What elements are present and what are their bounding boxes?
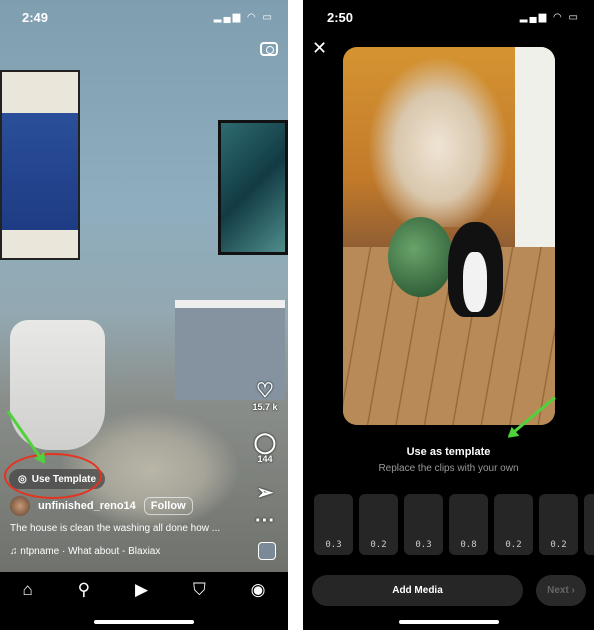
profile-icon[interactable]: ◉	[251, 580, 266, 630]
status-time: 2:50	[327, 10, 354, 25]
poster	[0, 70, 80, 260]
clip-slot[interactable]	[584, 494, 594, 555]
status-icons: ▂▄▆ ◠ ▭	[519, 12, 580, 23]
share-button[interactable]: ➢	[250, 482, 280, 504]
clip-slot[interactable]: 0.2	[539, 494, 578, 555]
music-info[interactable]: ♫ ntpname · What about - Blaxiax	[10, 546, 160, 557]
search-icon[interactable]: ⚲	[78, 580, 90, 630]
right-phone-template: 2:50 ▂▄▆ ◠ ▭ ✕ Use as template Replace t…	[303, 0, 594, 630]
chevron-right-icon: ›	[568, 585, 575, 596]
close-icon[interactable]: ✕	[312, 38, 327, 59]
comment-icon: ◯	[253, 432, 277, 454]
toilet	[10, 320, 105, 450]
follow-button[interactable]: Follow	[143, 497, 193, 515]
home-icon[interactable]: ⌂	[22, 580, 32, 630]
poster	[218, 120, 288, 255]
clip-list: 0.3 0.2 0.3 0.8 0.2 0.2	[314, 494, 594, 555]
music-label: ntpname · What about - Blaxiax	[20, 546, 161, 557]
annotation-oval	[4, 453, 102, 499]
caption[interactable]: The house is clean the washing all done …	[10, 523, 220, 534]
author-row: unfinished_reno14 Follow	[10, 496, 193, 516]
send-icon: ➢	[256, 482, 274, 504]
status-icons: ▂▄▆ ◠ ▭	[213, 12, 274, 23]
clip-slot[interactable]: 0.3	[314, 494, 353, 555]
like-button[interactable]: ♡ 15.7 k	[250, 380, 280, 412]
status-time: 2:49	[22, 10, 49, 25]
username[interactable]: unfinished_reno14	[38, 500, 136, 512]
comment-count: 144	[257, 454, 273, 464]
clip-slot[interactable]: 0.2	[359, 494, 398, 555]
home-indicator	[94, 620, 194, 624]
avatar[interactable]	[10, 496, 30, 516]
next-button[interactable]: Next ›	[536, 575, 586, 606]
shop-icon[interactable]: ⛉	[193, 580, 206, 630]
template-preview[interactable]	[343, 47, 555, 425]
audio-thumbnail[interactable]	[258, 542, 276, 560]
comment-button[interactable]: ◯ 144	[250, 432, 280, 464]
template-subtitle: Replace the clips with your own	[378, 463, 519, 474]
camera-icon[interactable]	[260, 42, 278, 56]
add-media-button[interactable]: Add Media	[312, 575, 523, 606]
template-title: Use as template	[406, 446, 491, 458]
more-button[interactable]: ···	[250, 510, 280, 532]
heart-icon: ♡	[256, 380, 274, 402]
left-phone-reels: 2:49 ▂▄▆ ◠ ▭ ♡ 15.7 k ◯ 144 ➢ ··· ◎ Use Tem…	[0, 0, 288, 630]
clip-slot[interactable]: 0.3	[404, 494, 443, 555]
next-label: Next	[547, 585, 569, 596]
pampas-grass	[363, 47, 513, 227]
home-indicator	[399, 620, 499, 624]
like-count: 15.7 k	[252, 402, 278, 412]
door	[515, 47, 555, 247]
vase	[388, 217, 453, 297]
clip-slot[interactable]: 0.2	[494, 494, 533, 555]
more-icon: ···	[255, 510, 275, 532]
clip-slot[interactable]: 0.8	[449, 494, 488, 555]
cat	[448, 222, 503, 317]
music-icon: ♫	[10, 546, 21, 557]
